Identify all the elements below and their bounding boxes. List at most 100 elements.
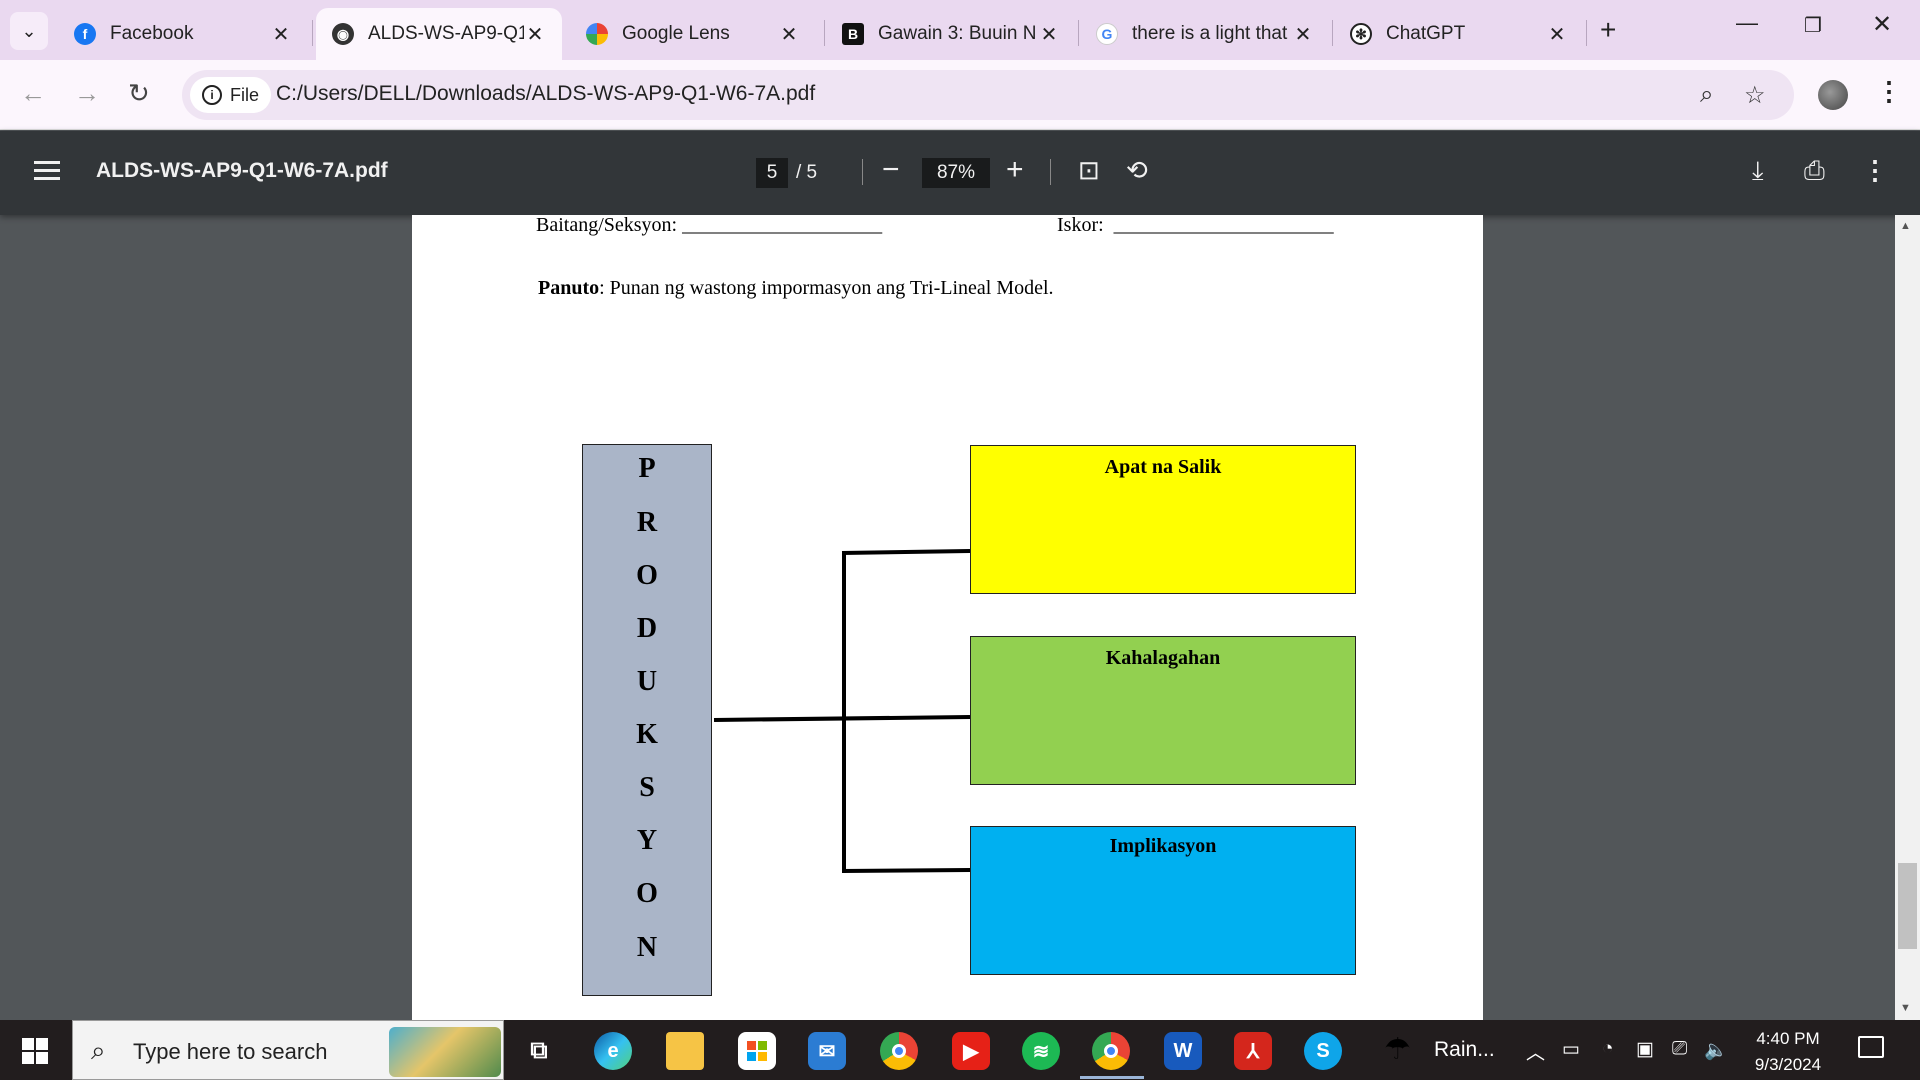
spotify-icon[interactable]: ≋ [1022,1032,1060,1070]
facebook-icon: f [74,23,96,45]
file-explorer-icon[interactable] [666,1032,704,1070]
pdf-filename: ALDS-WS-AP9-Q1-W6-7A.pdf [96,159,388,182]
tab-close-icon[interactable]: ✕ [1546,22,1568,47]
tab-separator [1078,20,1079,46]
browser-menu-icon[interactable]: ⋮ [1876,76,1902,107]
tab-google-lens[interactable]: Google Lens ✕ [570,8,816,60]
info-icon: i [202,85,222,105]
mail-icon[interactable]: ✉ [808,1032,846,1070]
word-icon[interactable]: W [1164,1032,1202,1070]
skype-icon[interactable]: S [1304,1032,1342,1070]
category-label: Implikasyon [1109,835,1217,857]
vertical-letter: R [636,507,658,538]
panuto-instruction: Panuto: Punan ng wastong impormasyon ang… [538,277,1054,300]
brainly-icon: B [842,23,864,45]
tab-search-dropdown-button[interactable]: ⌄ [10,12,48,50]
rotate-icon[interactable]: ⟲ [1126,155,1148,186]
show-hidden-icons-chevron-icon[interactable]: ︿ [1526,1038,1545,1065]
reload-icon[interactable]: ↻ [128,78,150,109]
acrobat-icon[interactable]: ⅄ [1234,1032,1272,1070]
url-text[interactable]: C:/Users/DELL/Downloads/ALDS-WS-AP9-Q1-W… [276,82,815,106]
volume-icon[interactable]: 🔈 [1704,1038,1728,1062]
tab-chatgpt[interactable]: ✻ ChatGPT ✕ [1334,8,1584,60]
windows-taskbar: ⌕ Type here to search ⧉ e ✉ ▶ ≋ W ⅄ S ☂ … [0,1020,1920,1080]
pdf-more-options-icon[interactable]: ⋮ [1862,155,1888,186]
address-bar[interactable]: i File C:/Users/DELL/Downloads/ALDS-WS-A… [182,70,1794,120]
vertical-letter: N [636,932,658,963]
chrome-icon[interactable] [880,1032,918,1070]
panuto-label: Panuto [538,277,600,299]
tab-title: Google Lens [622,23,730,44]
rain-umbrella-icon[interactable]: ☂ [1384,1032,1411,1067]
tab-title: Facebook [110,23,194,44]
download-icon[interactable]: ⤓ [1752,155,1764,187]
vertical-letter: O [636,560,658,591]
windows-start-icon[interactable] [22,1038,48,1064]
print-icon[interactable]: ⎙ [1804,155,1825,187]
zoom-magnifier-icon[interactable]: ⌕ [1700,81,1713,109]
new-tab-button[interactable]: + [1600,14,1616,46]
zoom-out-button[interactable]: − [882,153,900,187]
zoom-level-input[interactable]: 87% [922,158,990,188]
vertical-letter: K [636,719,658,750]
toolbar-divider [862,159,863,185]
tab-separator [312,20,313,46]
tab-close-icon[interactable]: ✕ [270,22,292,47]
site-info-chip[interactable]: i File [190,77,272,113]
scroll-up-arrow-icon[interactable]: ▲ [1900,220,1911,232]
baitang-seksyon-field: Baitang/Seksyon: ____________________ [536,214,883,236]
implikasyon-box: Implikasyon [970,826,1356,975]
globe-icon: ◉ [332,23,354,45]
category-label: Apat na Salik [1104,456,1222,478]
tab-strip: ⌄ f Facebook ✕ ◉ ALDS-WS-AP9-Q1 ✕ Google… [0,0,1920,60]
back-arrow-icon[interactable]: ← [20,78,46,109]
taskbar-search-box[interactable]: ⌕ Type here to search [72,1020,504,1080]
chrome-active-icon[interactable] [1092,1032,1130,1070]
display-icon[interactable]: ▣ [1636,1038,1654,1061]
scroll-down-arrow-icon[interactable]: ▼ [1900,1002,1911,1014]
tab-google-search[interactable]: G there is a light that ✕ [1080,8,1330,60]
tab-close-icon[interactable]: ✕ [778,22,800,47]
search-icon: ⌕ [91,1035,106,1065]
restore-icon[interactable]: ❐ [1804,13,1822,38]
system-clock[interactable]: 4:40 PM 9/3/2024 [1738,1026,1838,1078]
active-app-indicator [1080,1076,1144,1079]
sidebar-menu-icon[interactable] [34,161,60,181]
bookmark-star-icon[interactable]: ☆ [1744,81,1766,110]
fit-to-page-icon[interactable]: ⊡ [1078,155,1100,186]
tab-close-icon[interactable]: ✕ [1292,22,1314,47]
edge-icon[interactable]: e [594,1032,632,1070]
zoom-in-button[interactable]: + [1006,153,1024,187]
vertical-letter: O [636,878,658,909]
page-total: / 5 [796,162,818,183]
wifi-icon[interactable]: ◔ [1602,1038,1613,1060]
forward-arrow-icon[interactable]: → [74,78,100,109]
device-icon[interactable]: ⎚ [1672,1038,1687,1060]
weather-text[interactable]: Rain... [1434,1038,1495,1062]
tab-facebook[interactable]: f Facebook ✕ [58,8,308,60]
tab-close-icon[interactable]: ✕ [524,22,546,47]
google-lens-icon [586,23,608,45]
tab-close-icon[interactable]: ✕ [1038,22,1060,47]
tab-title: there is a light that [1132,23,1288,44]
window-close-icon[interactable]: ✕ [1872,10,1892,39]
apat-na-salik-box: Apat na Salik [970,445,1356,594]
tab-alds-pdf[interactable]: ◉ ALDS-WS-AP9-Q1 ✕ [316,8,562,60]
tab-brainly[interactable]: B Gawain 3: Buuin N ✕ [826,8,1076,60]
microsoft-store-icon[interactable] [738,1032,776,1070]
minimize-icon[interactable]: — [1736,10,1758,36]
scrollbar-thumb[interactable] [1898,863,1917,949]
browser-toolbar: ← → ↻ i File C:/Users/DELL/Downloads/ALD… [0,60,1920,130]
tab-separator [1586,20,1587,46]
clock-time: 4:40 PM [1756,1029,1820,1048]
profile-avatar[interactable] [1818,80,1848,110]
youtube-icon[interactable]: ▶ [952,1032,990,1070]
tab-title: ChatGPT [1386,23,1466,44]
vertical-letter: S [639,772,655,803]
page-number-input[interactable]: 5 [756,158,788,188]
notification-center-icon[interactable] [1858,1036,1884,1058]
produksyon-vertical-box: P R O D U K S Y O N [582,444,712,996]
battery-icon[interactable]: ▭ [1562,1038,1580,1061]
category-label: Kahalagahan [1105,647,1221,669]
task-view-icon[interactable]: ⧉ [520,1032,558,1070]
